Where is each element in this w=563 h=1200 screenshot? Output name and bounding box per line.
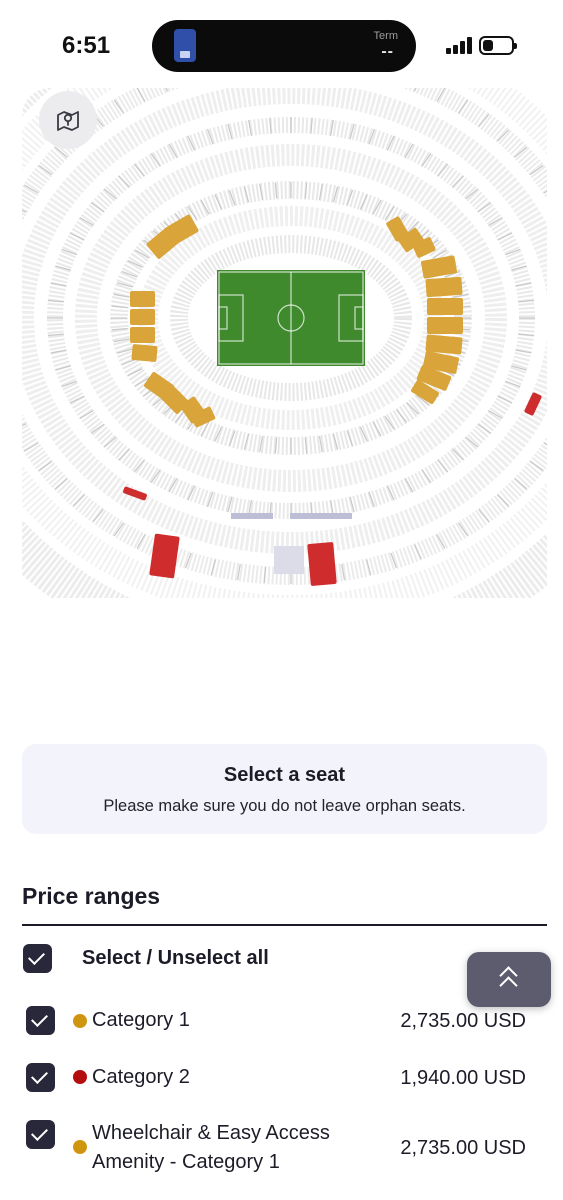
live-activity-app-icon — [174, 29, 196, 62]
dynamic-island[interactable]: Term -- — [152, 20, 416, 72]
category-2-checkbox[interactable] — [26, 1063, 55, 1092]
map-pin-icon — [57, 111, 79, 131]
price-ranges-divider — [22, 924, 547, 926]
cellular-signal-icon — [446, 37, 472, 54]
scroll-to-top-button[interactable] — [467, 952, 551, 1007]
category-1-section[interactable] — [130, 327, 155, 343]
price-ranges-heading: Price ranges — [22, 883, 161, 909]
stadium-seat-map[interactable] — [22, 88, 547, 598]
battery-icon — [479, 36, 517, 55]
wheelchair-label-line-1: Wheelchair & Easy Access — [92, 1122, 330, 1144]
status-time: 6:51 — [62, 32, 111, 59]
stadium-svg[interactable] — [22, 88, 547, 598]
pitch — [217, 270, 365, 366]
wheelchair-category-1-checkbox[interactable] — [26, 1120, 55, 1149]
map-view-toggle-button[interactable] — [39, 91, 97, 149]
category-1-section[interactable] — [131, 344, 158, 362]
orphan-seats-hint: Please make sure you do not leave orphan… — [103, 797, 466, 815]
wheelchair-category-1-label[interactable]: Wheelchair & Easy Access Amenity - Categ… — [92, 1119, 330, 1176]
live-activity-label: Term — [373, 30, 398, 42]
category-1-section[interactable] — [427, 298, 463, 315]
category-1-section[interactable] — [425, 334, 463, 355]
category-2-section[interactable] — [307, 542, 337, 586]
live-activity-value: -- — [381, 43, 394, 60]
category-2-color-dot — [73, 1070, 87, 1084]
category-1-section[interactable] — [130, 291, 155, 307]
select-seat-panel: Select a seat Please make sure you do no… — [22, 744, 547, 834]
select-seat-title: Select a seat — [223, 764, 346, 786]
category-1-label[interactable]: Category 1 — [92, 1006, 190, 1035]
category-1-color-dot — [73, 1014, 87, 1028]
category-2-price: 1,940.00 USD — [400, 1067, 526, 1089]
category-1-section[interactable] — [130, 309, 155, 325]
wheelchair-category-1-price: 2,735.00 USD — [400, 1137, 526, 1159]
wheelchair-category-1-color-dot — [73, 1140, 87, 1154]
category-2-label[interactable]: Category 2 — [92, 1063, 190, 1092]
wheelchair-label-line-2: Amenity - Category 1 — [92, 1150, 280, 1173]
select-all-label[interactable]: Select / Unselect all — [82, 947, 269, 970]
category-1-section[interactable] — [425, 276, 463, 298]
category-1-section[interactable] — [427, 317, 463, 334]
category-1-checkbox[interactable] — [26, 1006, 55, 1035]
category-1-price: 2,735.00 USD — [400, 1010, 526, 1032]
select-all-checkbox[interactable] — [23, 944, 52, 973]
status-bar: 6:51 Term -- — [0, 0, 563, 90]
